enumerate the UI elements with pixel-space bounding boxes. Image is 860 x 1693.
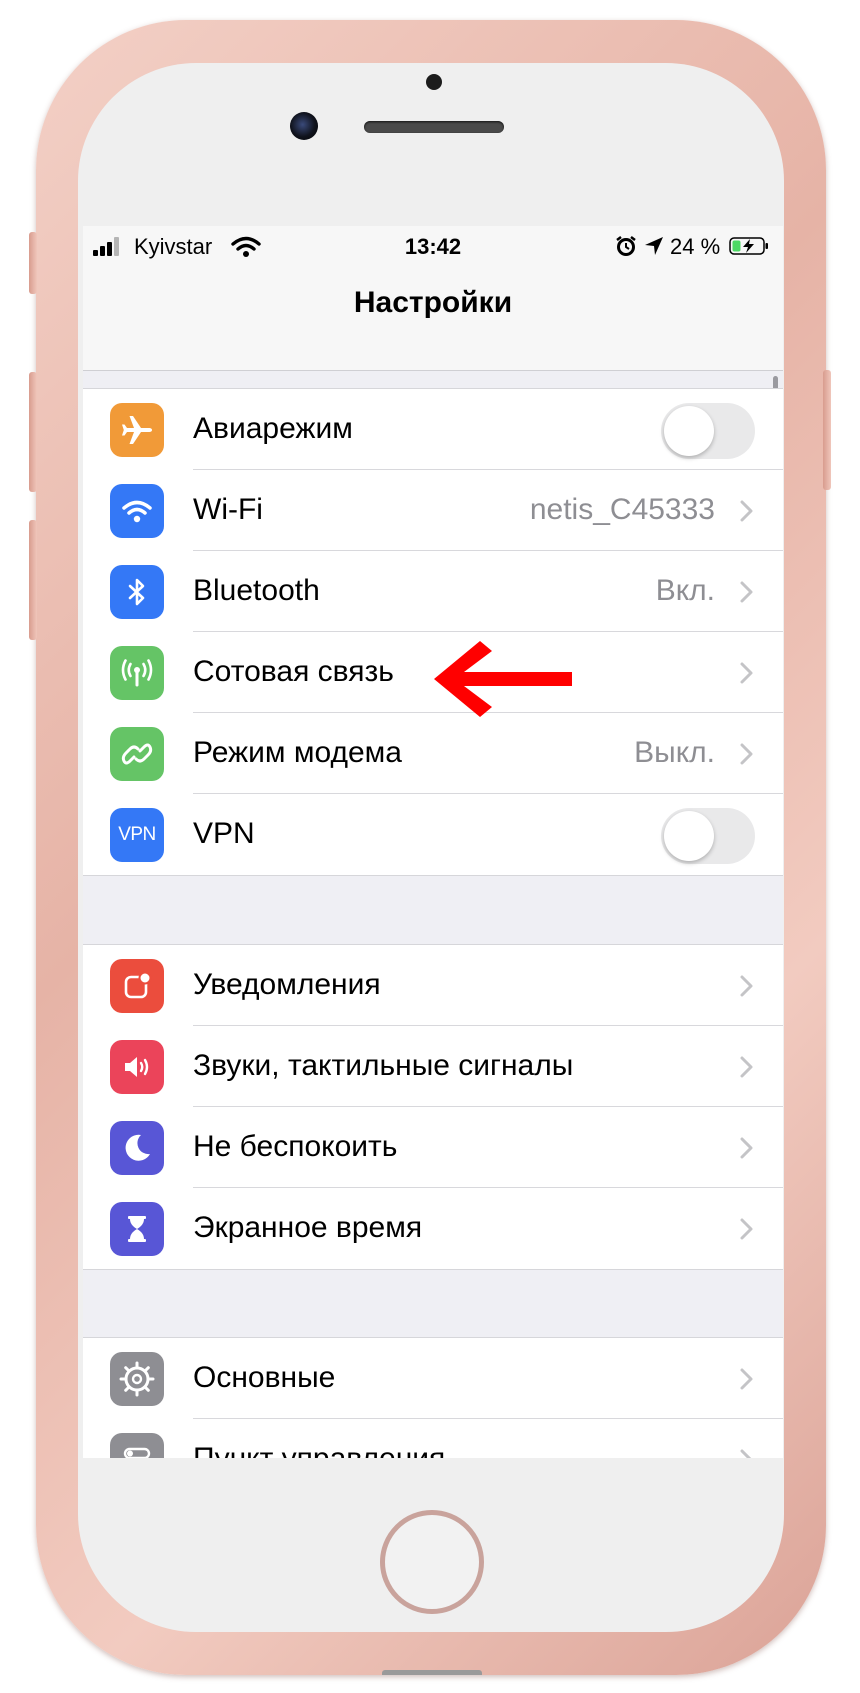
vpn-icon: VPN — [110, 808, 164, 862]
row-label: Экранное время — [193, 1211, 423, 1244]
row-label: VPN — [193, 817, 255, 850]
row-label: Wi-Fi — [193, 493, 263, 526]
chevron-right-icon — [740, 1056, 753, 1078]
battery-percent: 24 % — [670, 234, 721, 259]
gear-icon — [110, 1352, 164, 1406]
row-control-center[interactable]: Пункт управления — [83, 1419, 783, 1458]
bluetooth-icon — [110, 565, 164, 619]
moon-icon — [110, 1121, 164, 1175]
row-label: Bluetooth — [193, 574, 320, 607]
airplane-icon — [110, 403, 164, 457]
wifi-icon — [110, 484, 164, 538]
phone-bottom-edge — [382, 1670, 482, 1675]
chevron-right-icon — [740, 1218, 753, 1240]
row-do-not-disturb[interactable]: Не беспокоить — [83, 1107, 783, 1188]
location-arrow-icon — [645, 237, 663, 255]
hourglass-icon — [110, 1202, 164, 1256]
row-airplane-mode[interactable]: Авиарежим — [83, 389, 783, 470]
alarm-icon — [616, 236, 636, 256]
bluetooth-status-value: Вкл. — [655, 574, 715, 607]
notifications-icon — [110, 959, 164, 1013]
chevron-right-icon — [740, 1368, 753, 1390]
speaker-icon — [110, 1040, 164, 1094]
volume-up-button — [29, 372, 37, 492]
row-label: Режим модема — [193, 736, 402, 769]
wifi-network-value: netis_C45333 — [529, 493, 715, 526]
row-label: Пункт управления — [193, 1442, 445, 1458]
row-label: Основные — [193, 1361, 336, 1394]
proximity-sensor — [426, 74, 442, 90]
chevron-right-icon — [740, 743, 753, 765]
vpn-toggle[interactable] — [661, 808, 755, 864]
row-sounds-haptics[interactable]: Звуки, тактильные сигналы — [83, 1026, 783, 1107]
screen: Kyivstar 13:42 24 % Настройки Авиарежим … — [83, 226, 783, 1458]
battery-charging-icon — [729, 237, 768, 255]
row-label: Звуки, тактильные сигналы — [193, 1049, 574, 1082]
antenna-icon — [110, 646, 164, 700]
row-wifi[interactable]: Wi-Fi netis_C45333 — [83, 470, 783, 551]
hotspot-status-value: Выкл. — [634, 736, 715, 769]
row-label: Сотовая связь — [193, 655, 394, 688]
silent-switch — [29, 232, 37, 294]
home-button[interactable] — [380, 1510, 484, 1614]
status-bar: Kyivstar 13:42 24 % — [83, 226, 783, 266]
front-camera-icon — [290, 112, 318, 140]
chevron-right-icon — [740, 581, 753, 603]
row-label: Авиарежим — [193, 412, 353, 445]
volume-down-button — [29, 520, 37, 640]
airplane-mode-toggle[interactable] — [661, 403, 755, 459]
row-label: Не беспокоить — [193, 1130, 398, 1163]
row-label: Уведомления — [193, 968, 381, 1001]
power-button — [823, 370, 831, 490]
chevron-right-icon — [740, 1449, 752, 1458]
chevron-right-icon — [740, 500, 753, 522]
chevron-right-icon — [740, 662, 753, 684]
row-vpn[interactable]: VPN VPN — [83, 794, 783, 875]
row-bluetooth[interactable]: Bluetooth Вкл. — [83, 551, 783, 632]
settings-group-notifications: Уведомления Звуки, тактильные сигналы Не… — [83, 944, 783, 1270]
page-title: Настройки — [353, 286, 513, 319]
row-screen-time[interactable]: Экранное время — [83, 1188, 783, 1269]
link-chain-icon — [110, 727, 164, 781]
navigation-bar: Настройки — [83, 266, 783, 371]
switches-icon — [110, 1433, 164, 1458]
annotation-arrow-icon — [434, 641, 572, 717]
row-notifications[interactable]: Уведомления — [83, 945, 783, 1026]
chevron-right-icon — [740, 975, 753, 997]
row-general[interactable]: Основные — [83, 1338, 783, 1419]
vpn-icon-text: VPN — [118, 824, 156, 845]
settings-group-general: Основные Пункт управления — [83, 1337, 783, 1458]
row-personal-hotspot[interactable]: Режим модема Выкл. — [83, 713, 783, 794]
chevron-right-icon — [740, 1137, 753, 1159]
earpiece-speaker — [364, 121, 504, 133]
settings-group-connectivity: Авиарежим Wi-Fi netis_C45333 Bluetooth В — [83, 388, 783, 876]
